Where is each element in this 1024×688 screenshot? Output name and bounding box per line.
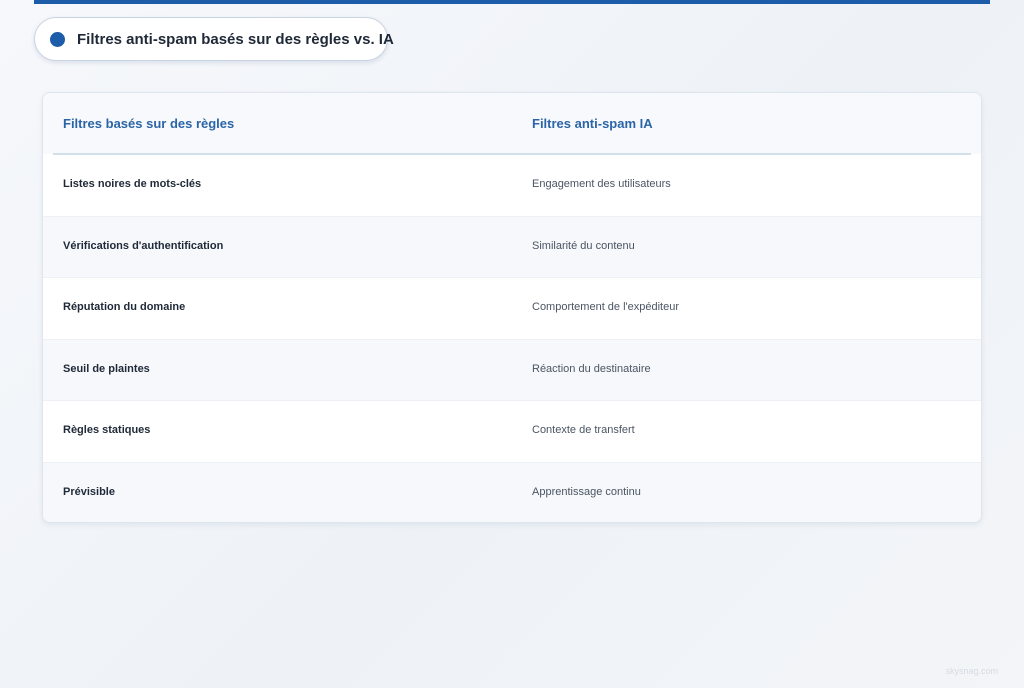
comparison-table: Filtres basés sur des règles Filtres ant… [42,92,982,523]
rule-cell: Règles statiques [63,424,151,436]
ai-cell: Contexte de transfert [532,424,635,436]
top-accent-bar [34,0,990,4]
page-title: Filtres anti-spam basés sur des règles v… [77,30,394,48]
rule-cell: Seuil de plaintes [63,362,150,375]
column-header-ai: Filtres anti-spam IA [532,116,653,131]
title-dot-icon [50,31,65,47]
rule-cell: Prévisible [63,485,115,498]
table-header: Filtres basés sur des règles Filtres ant… [43,93,981,154]
watermark: skysnag.com [945,666,998,676]
table-row: Réputation du domaine Comportement de l'… [43,278,981,340]
ai-cell: Similarité du contenu [532,239,635,252]
table-row: Prévisible Apprentissage continu [43,462,981,522]
column-header-rules: Filtres basés sur des règles [63,116,235,131]
ai-cell: Engagement des utilisateurs [532,178,671,190]
table-row: Seuil de plaintes Réaction du destinatai… [43,339,981,401]
rule-cell: Réputation du domaine [63,301,186,313]
table-row: Vérifications d'authentification Similar… [43,216,981,278]
table-body: Listes noires de mots-clés Engagement de… [43,155,981,522]
ai-cell: Réaction du destinataire [532,362,651,375]
rule-cell: Listes noires de mots-clés [63,178,202,190]
ai-cell: Comportement de l'expéditeur [532,301,680,313]
table-row: Règles statiques Contexte de transfert [43,401,981,463]
title-pill: Filtres anti-spam basés sur des règles v… [34,17,394,61]
ai-cell: Apprentissage continu [532,485,641,498]
table-row: Listes noires de mots-clés Engagement de… [43,155,981,217]
rule-cell: Vérifications d'authentification [63,239,224,252]
